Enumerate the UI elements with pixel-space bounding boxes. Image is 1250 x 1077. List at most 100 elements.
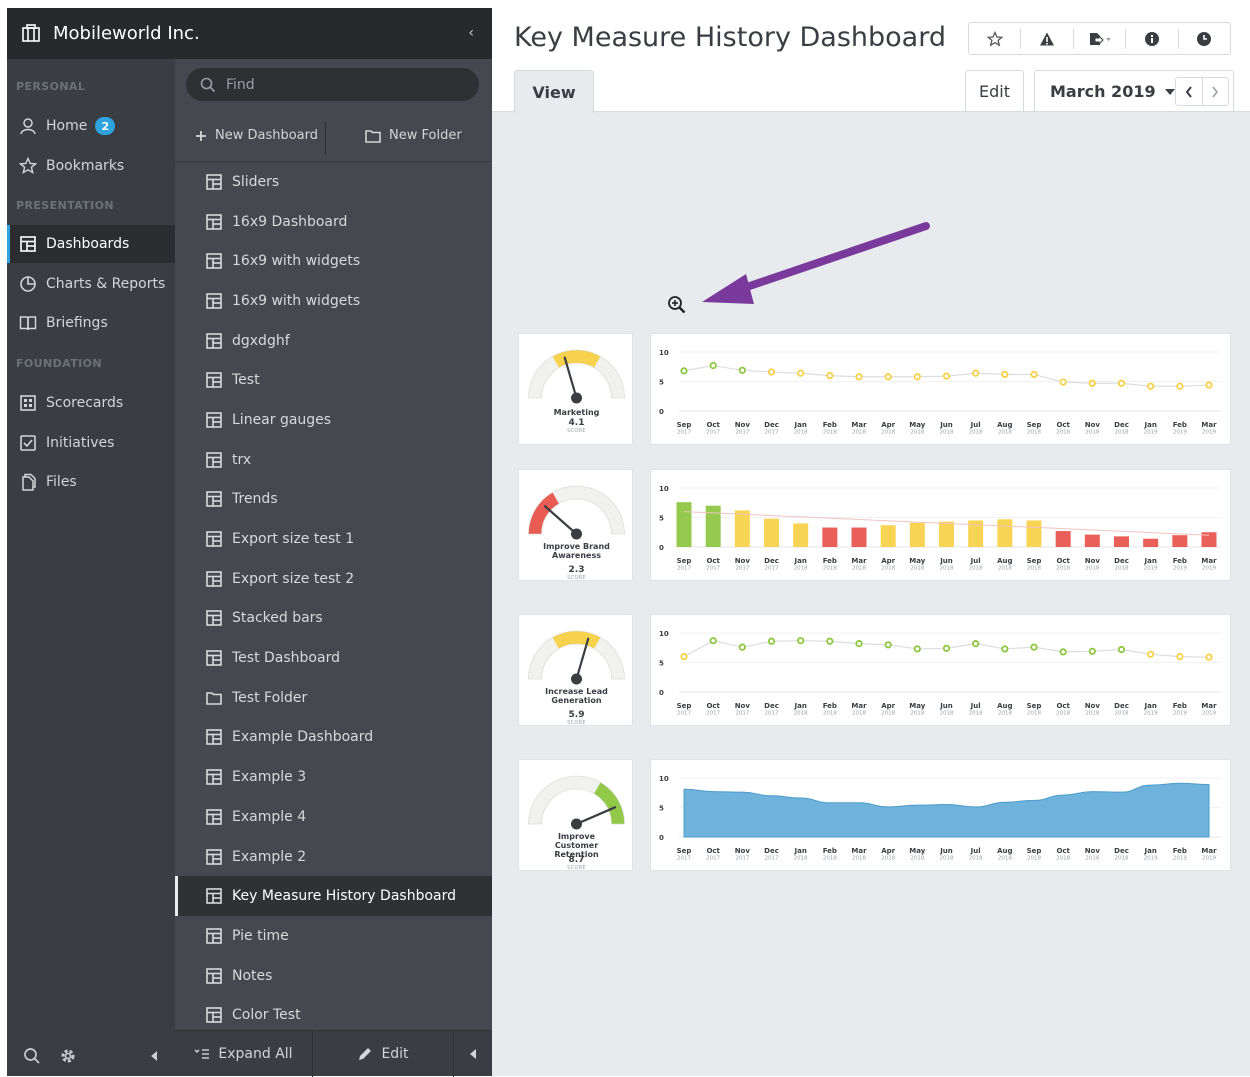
nav-item-bookmarks[interactable]: Bookmarks	[7, 147, 175, 185]
x-tick-year: 2018	[1027, 856, 1041, 862]
dashboard-icon	[20, 236, 36, 252]
list-item[interactable]: trx	[175, 440, 492, 480]
nav-item-home[interactable]: Home 2	[7, 107, 175, 145]
list-item[interactable]: Key Measure History Dashboard	[175, 876, 492, 917]
bookmark-button[interactable]	[969, 28, 1022, 49]
tab-view[interactable]: View	[514, 70, 594, 113]
gauge-card[interactable]: Improve Brand Awareness 2.3 SCORE	[518, 469, 633, 581]
x-tick-year: 2018	[998, 711, 1012, 717]
x-tick-year: 2017	[706, 711, 720, 717]
info-button[interactable]	[1126, 28, 1179, 49]
bar	[1055, 531, 1071, 547]
org-header[interactable]: Mobileworld Inc. ‹	[7, 8, 492, 59]
history-chart[interactable]: 0 5 10 Sep 2017 Oct 2017 Nov 2017 Dec 2017 Jan 2018 F…	[650, 333, 1231, 445]
section-foundation: FOUNDATION	[16, 357, 102, 370]
x-tick-month: Jan	[1144, 847, 1157, 855]
x-tick-year: 2018	[969, 566, 983, 572]
data-point	[884, 641, 892, 649]
collapse-left-icon[interactable]	[149, 1050, 159, 1062]
dashboard-icon	[206, 531, 222, 547]
x-tick-year: 2018	[1115, 566, 1129, 572]
list-item[interactable]: Test Dashboard	[175, 638, 492, 678]
gear-icon[interactable]	[59, 1047, 77, 1065]
x-tick-month: Mar	[1201, 847, 1217, 855]
data-point	[826, 371, 834, 380]
x-tick-year: 2018	[1056, 430, 1070, 436]
list-item[interactable]: Linear gauges	[175, 400, 492, 440]
next-period-button[interactable]	[1203, 78, 1229, 105]
nav-item-briefings[interactable]: Briefings	[7, 304, 175, 342]
collapse-icon[interactable]: ‹	[468, 25, 474, 41]
bar	[997, 519, 1013, 547]
nav-item-scorecards[interactable]: Scorecards	[7, 384, 175, 422]
x-tick-year: 2017	[677, 566, 691, 572]
history-button[interactable]	[1179, 29, 1230, 49]
list-item[interactable]: Pie time	[175, 916, 492, 956]
dashboard-icon	[206, 848, 222, 865]
x-tick-month: Feb	[823, 557, 837, 565]
expand-all-button[interactable]: Expand All	[175, 1031, 312, 1077]
x-tick-month: Feb	[1173, 702, 1187, 710]
list-item-label: Sliders	[232, 173, 280, 190]
gauge-card[interactable]: Marketing 4.1 SCORE	[518, 333, 633, 445]
new-dashboard-button[interactable]: New Dashboard	[195, 128, 318, 143]
list-item[interactable]: 16x9 with widgets	[175, 241, 492, 281]
list-item[interactable]: 16x9 Dashboard	[175, 202, 492, 242]
export-button[interactable]	[1074, 28, 1127, 49]
y-tick-label: 0	[659, 544, 664, 552]
x-tick-month: Jan	[1144, 421, 1157, 429]
x-tick-year: 2018	[823, 430, 837, 436]
x-tick-month: Mar	[851, 847, 867, 855]
x-tick-month: Dec	[764, 557, 779, 565]
y-tick-label: 0	[659, 408, 664, 416]
x-tick-year: 2018	[910, 430, 924, 436]
x-tick-year: 2018	[969, 430, 983, 436]
previous-period-button[interactable]	[1176, 78, 1203, 105]
period-selector[interactable]: March 2019	[1034, 70, 1234, 112]
x-tick-year: 2019	[1202, 856, 1216, 862]
list-item[interactable]: Trends	[175, 480, 492, 520]
collapse-left-icon[interactable]	[468, 1048, 478, 1060]
gauge-card[interactable]: Improve Customer Retention 8.7 SCORE	[518, 759, 633, 871]
x-tick-month: Nov	[735, 421, 751, 429]
bar	[880, 525, 896, 547]
nav-item-charts-reports[interactable]: Charts & Reports	[7, 265, 175, 303]
history-chart[interactable]: 0 5 10 Sep 2017 Oct 2017 Nov 2017 Dec 2017 Jan 2018 F…	[650, 614, 1231, 726]
data-point	[826, 637, 834, 645]
nav-item-dashboards[interactable]: Dashboards	[7, 225, 175, 263]
x-tick-month: Oct	[1056, 421, 1070, 429]
zoom-in-icon[interactable]	[667, 295, 687, 315]
nav-item-files[interactable]: Files	[7, 463, 175, 501]
edit-list-button[interactable]: Edit	[313, 1031, 453, 1077]
history-chart[interactable]: 0 5 10 Sep 2017 Oct 2017 Nov 2017 Dec 2017 Jan 2018 F…	[650, 759, 1231, 871]
history-chart[interactable]: 0 5 10 Sep 2017 Oct 2017 Nov 2017 Dec 2017 Jan 2018 F…	[650, 469, 1231, 581]
x-tick-year: 2018	[940, 566, 954, 572]
gauge-card[interactable]: Increase Lead Generation 5.9 SCORE	[518, 614, 633, 726]
list-item[interactable]: Export size test 1	[175, 519, 492, 559]
list-item[interactable]: Example Dashboard	[175, 718, 492, 758]
nav-item-initiatives[interactable]: Initiatives	[7, 424, 175, 462]
dashboard-icon	[206, 213, 222, 230]
x-tick-year: 2017	[677, 856, 691, 862]
search-input[interactable]: Find	[186, 68, 479, 101]
dashboard-icon	[206, 888, 222, 905]
new-folder-button[interactable]: New Folder	[365, 128, 462, 143]
list-item[interactable]: Sliders	[175, 162, 492, 202]
search-icon[interactable]	[23, 1047, 41, 1065]
list-item[interactable]: 16x9 with widgets	[175, 281, 492, 321]
list-item[interactable]: dgxdghf	[175, 321, 492, 361]
alert-button[interactable]	[1021, 28, 1074, 49]
list-item[interactable]: Test Folder	[175, 678, 492, 718]
tab-edit[interactable]: Edit	[965, 70, 1024, 112]
list-item[interactable]: Example 2	[175, 837, 492, 877]
list-item[interactable]: Notes	[175, 956, 492, 996]
x-tick-month: Feb	[823, 421, 837, 429]
list-item[interactable]: Test	[175, 360, 492, 400]
x-tick-month: Apr	[881, 421, 895, 429]
x-tick-year: 2018	[794, 711, 808, 717]
x-tick-month: Oct	[706, 702, 720, 710]
list-item[interactable]: Export size test 2	[175, 559, 492, 599]
list-item[interactable]: Example 4	[175, 797, 492, 837]
list-item[interactable]: Example 3	[175, 757, 492, 797]
list-item[interactable]: Stacked bars	[175, 599, 492, 639]
